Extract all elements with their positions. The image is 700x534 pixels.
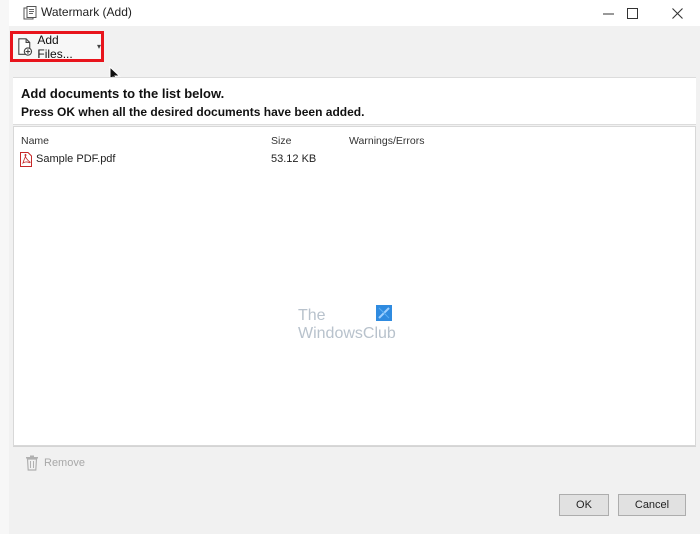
watermark-add-dialog: Watermark (Add) Add Files... ▾ Add docum… [9,0,700,534]
column-header-name[interactable]: Name [21,135,49,147]
column-header-warnings[interactable]: Warnings/Errors [349,135,424,147]
file-list[interactable]: Name Size Warnings/Errors Sample PDF.pdf… [13,126,696,446]
close-button[interactable] [654,0,700,26]
remove-label: Remove [44,457,85,469]
table-row[interactable]: Sample PDF.pdf 53.12 KB [14,149,695,169]
watermark-text-the: The [298,307,326,324]
instructions-subheading: Press OK when all the desired documents … [21,105,365,119]
window-title: Watermark (Add) [41,5,132,19]
add-document-icon [18,37,33,56]
remove-button[interactable]: Remove [25,453,85,473]
maximize-icon [626,7,638,19]
watermark-overlay: The WindowsClub [292,305,402,365]
instructions-panel: Add documents to the list below. Press O… [13,77,696,125]
instructions-heading: Add documents to the list below. [21,86,225,101]
pdf-file-icon [20,152,32,167]
close-icon [671,7,683,19]
trash-icon [26,455,38,471]
app-icon [23,6,37,20]
title-bar[interactable]: Watermark (Add) [9,0,700,26]
file-size: 53.12 KB [271,153,317,165]
column-header-size[interactable]: Size [271,135,291,147]
add-files-label: Add Files... [37,32,73,61]
file-name: Sample PDF.pdf [36,153,116,165]
toolbar: Add Files... ▾ [9,30,700,70]
maximize-button[interactable] [609,0,655,26]
add-files-button[interactable]: Add Files... ▾ [10,31,104,62]
chevron-down-icon[interactable]: ▾ [97,42,101,51]
ok-button[interactable]: OK [559,494,609,516]
list-actions-bar: Remove [13,446,696,477]
watermark-text-name: WindowsClub [298,325,396,342]
windows-logo-icon [376,305,392,321]
cancel-button[interactable]: Cancel [618,494,686,516]
